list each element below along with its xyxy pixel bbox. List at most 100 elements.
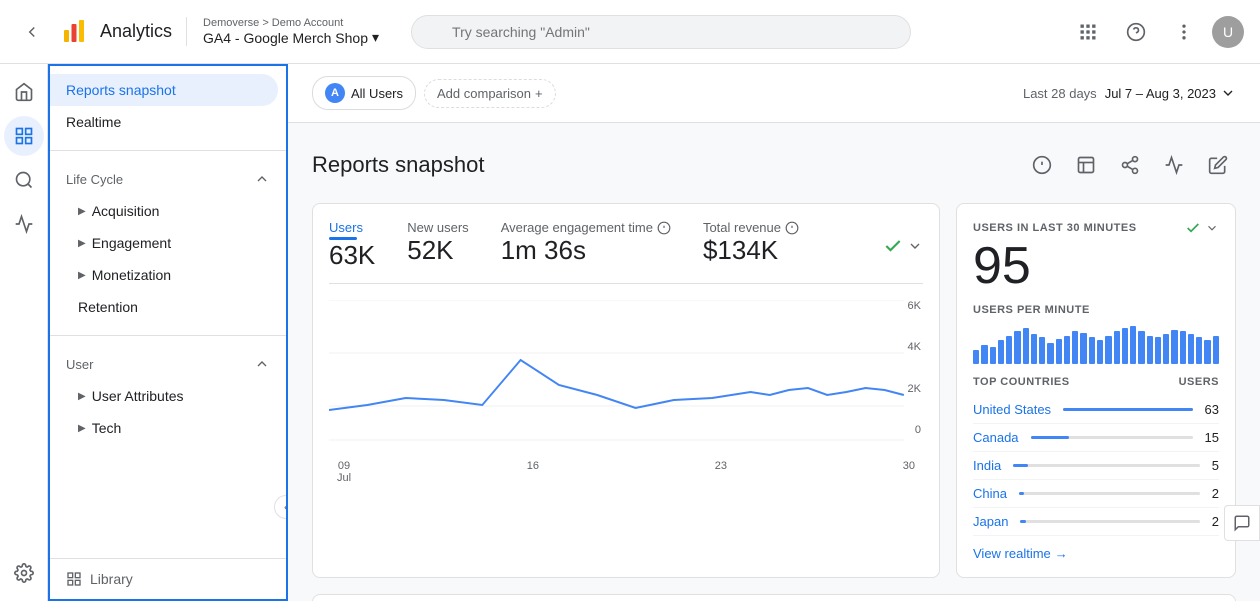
users-label[interactable]: Users [329,220,375,235]
country-bar-wrap [1013,464,1200,467]
country-count: 63 [1205,402,1219,417]
insights-button[interactable] [1024,147,1060,183]
mini-bar [1047,343,1053,364]
mini-bar [1213,336,1219,365]
mini-bar [1039,337,1045,364]
country-name[interactable]: Canada [973,430,1019,445]
customize-button[interactable] [1068,147,1104,183]
new-users-value: 52K [407,235,468,266]
x-label-30: 30 [903,460,915,484]
y-label-0: 0 [908,424,921,436]
rail-explore[interactable] [4,160,44,200]
back-button[interactable] [16,16,48,48]
y-label-2k: 2K [908,383,921,395]
country-bar-wrap [1019,492,1200,495]
mini-bar [1014,331,1020,364]
mini-bar [1072,331,1078,364]
mini-bar [1130,326,1136,364]
mini-bar [998,340,1004,364]
main-content: A All Users Add comparison + Last 28 day… [288,64,1260,601]
x-label-09: 09Jul [337,460,351,484]
engagement-value: 1m 36s [501,235,671,266]
country-count: 2 [1212,486,1219,501]
sidebar: Reports snapshot Realtime Life Cycle ▶ A… [48,64,288,601]
country-name[interactable]: India [973,458,1001,473]
mini-bar [1097,340,1103,364]
countries-list: United States 63 Canada 15 India 5 China… [973,396,1219,536]
avatar[interactable]: U [1212,16,1244,48]
sidebar-item-acquisition[interactable]: ▶ Acquisition [50,195,286,227]
mini-bar [981,345,987,364]
rail-settings[interactable] [4,553,44,593]
mini-bar [1105,336,1111,365]
country-bar-wrap [1063,408,1192,411]
mini-bar [1114,331,1120,364]
page-title: Reports snapshot [312,152,484,178]
country-name[interactable]: Japan [973,514,1008,529]
upm-label: USERS PER MINUTE [973,304,1219,316]
main-chart-card: Users 63K New users 52K Average engageme [312,203,940,578]
all-users-filter[interactable]: A All Users [312,76,416,110]
sidebar-library[interactable]: Library [50,558,286,599]
sidebar-item-retention[interactable]: Retention [50,291,286,323]
view-realtime-link[interactable]: View realtime → [973,546,1219,561]
mini-bar [1180,331,1186,364]
country-name[interactable]: United States [973,402,1051,417]
y-label-4k: 4K [908,341,921,353]
realtime-status[interactable] [1185,220,1219,236]
country-row: China 2 [973,480,1219,508]
country-bar [1031,436,1070,439]
more-options-button[interactable] [1164,12,1204,52]
sidebar-item-tech[interactable]: ▶ Tech [50,412,286,444]
engagement-label: Average engagement time [501,220,671,235]
country-count: 5 [1212,458,1219,473]
mini-bar [1171,330,1177,364]
share-button[interactable] [1112,147,1148,183]
mini-bar [1138,331,1144,364]
search-input[interactable] [411,15,911,49]
sidebar-item-engagement[interactable]: ▶ Engagement [50,227,286,259]
country-name[interactable]: China [973,486,1007,501]
sidebar-collapse-button[interactable]: ‹ [274,495,288,519]
all-users-icon: A [325,83,345,103]
comparison-button[interactable] [1156,147,1192,183]
filter-bar: A All Users Add comparison + Last 28 day… [288,64,1260,123]
rail-home[interactable] [4,72,44,112]
rail-reports[interactable] [4,116,44,156]
sidebar-item-realtime[interactable]: Realtime [50,106,278,138]
date-range-selector[interactable]: Jul 7 – Aug 3, 2023 [1105,85,1236,101]
account-selector[interactable]: GA4 - Google Merch Shop ▾ [203,29,379,46]
mini-bar [1056,339,1062,364]
country-bar [1019,492,1024,495]
edit-button[interactable] [1200,147,1236,183]
bottom-section: WHERE DO YOUR NEW USERS COME FROM? [312,594,1236,601]
page-actions [1024,147,1236,183]
add-comparison-button[interactable]: Add comparison + [424,79,556,108]
mini-bar [1089,337,1095,364]
x-label-16: 16 [527,460,539,484]
lifecycle-section-header[interactable]: Life Cycle [50,163,286,195]
help-button[interactable] [1116,12,1156,52]
chevron-right-icon: ▶ [78,391,86,402]
mini-bar [1064,336,1070,365]
new-users-label[interactable]: New users [407,220,468,235]
icon-rail [0,64,48,601]
mini-bar [1122,328,1128,364]
realtime-card: USERS IN LAST 30 MINUTES 95 USERS PER MI… [956,203,1236,578]
chevron-right-icon: ▶ [78,206,86,217]
rail-advertising[interactable] [4,204,44,244]
feedback-button[interactable] [1224,505,1260,541]
mini-bar [1204,340,1210,364]
country-bar [1020,520,1025,523]
apps-button[interactable] [1068,12,1108,52]
sidebar-item-user-attributes[interactable]: ▶ User Attributes [50,380,286,412]
country-row: Japan 2 [973,508,1219,536]
mini-bar [973,350,979,364]
user-section-header[interactable]: User [50,348,286,380]
sidebar-item-monetization[interactable]: ▶ Monetization [50,259,286,291]
mini-bar [1006,336,1012,365]
sidebar-item-reports-snapshot[interactable]: Reports snapshot [50,74,278,106]
country-count: 2 [1212,514,1219,529]
country-row: India 5 [973,452,1219,480]
country-row: Canada 15 [973,424,1219,452]
